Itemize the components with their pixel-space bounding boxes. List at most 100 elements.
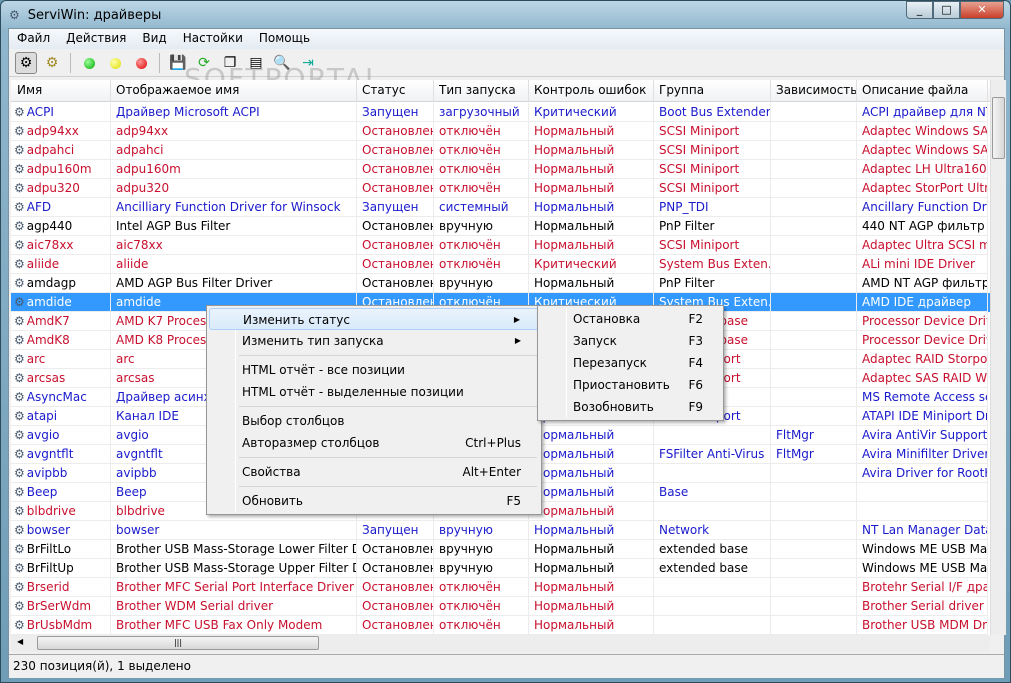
minimize-button[interactable]: _ xyxy=(906,1,933,19)
table-cell: Нормальный xyxy=(529,141,654,160)
column-header[interactable]: Описание файла xyxy=(857,80,988,101)
table-row[interactable]: ⚙ BrFiltLo Brother USB Mass-Storage Lower … xyxy=(11,540,990,559)
menu-item[interactable]: Приостановить F6 xyxy=(540,374,721,396)
cell-text: отключён xyxy=(439,257,501,271)
menu-help[interactable]: Помощь xyxy=(251,29,318,49)
cell-text: отключён xyxy=(439,181,501,195)
cell-text: ACPI драйвер для NT xyxy=(862,105,988,119)
table-cell xyxy=(771,179,857,198)
table-row[interactable]: ⚙ aic78xx aic78xx Остановлен отключён Нормаль… xyxy=(11,236,990,255)
cell-text: agp440 xyxy=(26,219,73,233)
horizontal-scrollbar[interactable]: ◀ ||| xyxy=(11,635,990,652)
table-cell xyxy=(771,483,857,502)
table-cell: Нормальный xyxy=(529,616,654,635)
menu-item[interactable]: Запуск F3 xyxy=(540,330,721,352)
menu-actions[interactable]: Действия xyxy=(58,29,134,49)
menu-item[interactable]: Возобновить F9 xyxy=(540,396,721,418)
table-cell: Критический xyxy=(529,103,654,122)
column-header[interactable]: Группа xyxy=(654,80,771,101)
cell-text: Adaptec StorPort Ultra320 xyxy=(862,181,988,195)
driver-gear-icon: ⚙ xyxy=(14,333,25,347)
menu-item[interactable]: HTML отчёт - выделенные позиции xyxy=(209,381,539,403)
table-row[interactable]: ⚙ adpahci adpahci Остановлен отключён Нормаль… xyxy=(11,141,990,160)
cell-text: вручную xyxy=(439,219,493,233)
column-header[interactable]: Контроль ошибок xyxy=(529,80,654,101)
table-row[interactable]: ⚙ Brserid Brother MFC Serial Port Interfac… xyxy=(11,578,990,597)
column-header[interactable]: Статус xyxy=(357,80,434,101)
cell-text: aic78xx xyxy=(116,238,163,252)
stop-button[interactable] xyxy=(130,52,152,74)
menu-item-shortcut: F2 xyxy=(688,312,703,326)
table-row[interactable]: ⚙ BrSerWdm Brother WDM Serial driver Остано… xyxy=(11,597,990,616)
table-cell: aliide xyxy=(111,255,357,274)
drivers-view-button[interactable]: ⚙ xyxy=(15,52,37,74)
table-cell: загрузочный xyxy=(434,103,529,122)
menu-item[interactable]: Изменить статус ▶ xyxy=(209,308,539,330)
start-button[interactable] xyxy=(78,52,100,74)
table-cell: Остановлен xyxy=(357,616,434,635)
column-header[interactable]: Отображаемое имя xyxy=(111,80,357,101)
table-header: Имя Отображаемое имя Статус Тип запуска Конт… xyxy=(11,80,990,102)
services-view-button[interactable]: ⚙ xyxy=(41,52,63,74)
menu-view[interactable]: Вид xyxy=(134,29,174,49)
table-cell xyxy=(771,103,857,122)
column-header[interactable]: Зависимость xyxy=(771,80,857,101)
table-cell: вручную xyxy=(434,540,529,559)
vertical-scrollbar[interactable] xyxy=(990,80,1006,635)
table-row[interactable]: ⚙ adp94xx adp94xx Остановлен отключён Нормаль… xyxy=(11,122,990,141)
table-row[interactable]: ⚙ BrUsbMdm Brother MFC USB Fax Only Modem О… xyxy=(11,616,990,635)
table-cell xyxy=(654,426,771,445)
driver-gear-icon: ⚙ xyxy=(14,295,25,309)
context-menu: Изменить статус ▶ Изменить тип запуска ▶ HTM… xyxy=(206,305,542,515)
table-cell: Avira Minifilter Driver xyxy=(857,445,988,464)
cell-text: Остановлен xyxy=(362,542,434,556)
table-row[interactable]: ⚙ adpu160m adpu160m Остановлен отключён Норма… xyxy=(11,160,990,179)
table-row[interactable]: ⚙ bowser bowser Запущен вручную Нормальный Net… xyxy=(11,521,990,540)
cell-text: Beep xyxy=(26,485,58,499)
menu-item[interactable]: Остановка F2 xyxy=(540,308,721,330)
driver-gear-icon: ⚙ xyxy=(14,276,25,290)
table-row[interactable]: ⚙ aliide aliide Остановлен отключён Критическ… xyxy=(11,255,990,274)
table-row[interactable]: ⚙ agp440 Intel AGP Bus Filter Остановлен вру… xyxy=(11,217,990,236)
driver-gear-icon: ⚙ xyxy=(14,257,25,271)
menu-item-shortcut: F4 xyxy=(688,356,703,370)
table-row[interactable]: ⚙ amdagp AMD AGP Bus Filter Driver Остановл… xyxy=(11,274,990,293)
table-row[interactable]: ⚙ ACPI Драйвер Microsoft ACPI Запущен загруз… xyxy=(11,103,990,122)
table-cell: Adaptec LH Ultra160 Driver xyxy=(857,160,988,179)
cell-text: bowser xyxy=(26,523,71,537)
table-cell: Остановлен xyxy=(357,597,434,616)
table-cell: Нормальный xyxy=(529,426,654,445)
cell-text: ATAPI IDE Miniport Driver xyxy=(862,409,987,423)
table-cell: ⚙ blbdrive xyxy=(11,502,111,521)
table-cell: ⚙ ACPI xyxy=(11,103,111,122)
cell-text: Нормальный xyxy=(534,124,615,138)
table-cell: Boot Bus Extender xyxy=(654,103,771,122)
menu-item[interactable]: Свойства Alt+Enter xyxy=(209,461,539,483)
column-header[interactable]: Имя xyxy=(11,80,111,101)
menu-settings[interactable]: Настойки xyxy=(175,29,251,49)
table-cell: ⚙ adpahci xyxy=(11,141,111,160)
table-row[interactable]: ⚙ BrFiltUp Brother USB Mass-Storage Upper … xyxy=(11,559,990,578)
menu-file[interactable]: Файл xyxy=(9,29,58,49)
menu-item[interactable]: HTML отчёт - все позиции xyxy=(209,359,539,381)
horizontal-scroll-thumb[interactable]: ||| xyxy=(37,636,319,650)
cell-text: aic78xx xyxy=(26,238,74,252)
menu-item[interactable]: Выбор столбцов xyxy=(209,410,539,432)
close-button[interactable]: ✕ xyxy=(960,1,1004,19)
pause-button[interactable] xyxy=(104,52,126,74)
table-row[interactable]: ⚙ adpu320 adpu320 Остановлен отключён Нормаль… xyxy=(11,179,990,198)
menu-item[interactable]: Изменить тип запуска ▶ xyxy=(209,330,539,352)
table-cell xyxy=(771,559,857,578)
table-row[interactable]: ⚙ AFD Ancilliary Function Driver for Winso… xyxy=(11,198,990,217)
scroll-left-icon[interactable]: ◀ xyxy=(17,637,23,646)
menu-item[interactable]: Обновить F5 xyxy=(209,490,539,512)
menu-item[interactable]: Перезапуск F4 xyxy=(540,352,721,374)
column-header[interactable]: Тип запуска xyxy=(434,80,529,101)
table-cell: Network xyxy=(654,521,771,540)
cell-text: отключён xyxy=(439,162,501,176)
maximize-button[interactable]: □ xyxy=(933,1,960,19)
table-cell: ⚙ Beep xyxy=(11,483,111,502)
menu-divider xyxy=(239,355,537,356)
vertical-scroll-thumb[interactable] xyxy=(992,97,1005,159)
menu-item[interactable]: Авторазмер столбцов Ctrl+Plus xyxy=(209,432,539,454)
